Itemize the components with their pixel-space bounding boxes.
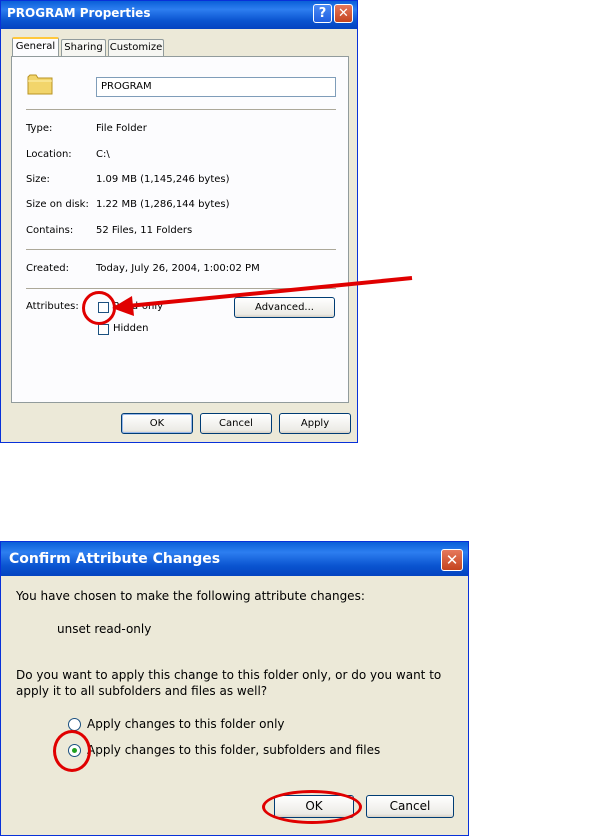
- radio-apply-all-label[interactable]: Apply changes to this folder, subfolders…: [87, 743, 380, 757]
- intro-text: You have chosen to make the following at…: [16, 589, 365, 603]
- confirm-window: Confirm Attribute Changes ✕ You have cho…: [0, 541, 469, 836]
- question-line2: apply it to all subfolders and files as …: [16, 684, 268, 698]
- annotation-arrow: [127, 276, 413, 308]
- annotation-ring-ok: [262, 790, 362, 824]
- annotation-ring-radio: [53, 730, 91, 772]
- radio-folder-only-label[interactable]: Apply changes to this folder only: [87, 717, 285, 731]
- confirm-title: Confirm Attribute Changes: [9, 551, 221, 567]
- question-line1: Do you want to apply this change to this…: [16, 668, 442, 682]
- confirm-titlebar[interactable]: Confirm Attribute Changes ✕: [1, 542, 468, 576]
- change-text: unset read-only: [57, 622, 152, 636]
- annotation-ring-readonly: [82, 291, 116, 325]
- confirm-cancel-button[interactable]: Cancel: [366, 795, 454, 818]
- confirm-close-button[interactable]: ✕: [441, 549, 463, 571]
